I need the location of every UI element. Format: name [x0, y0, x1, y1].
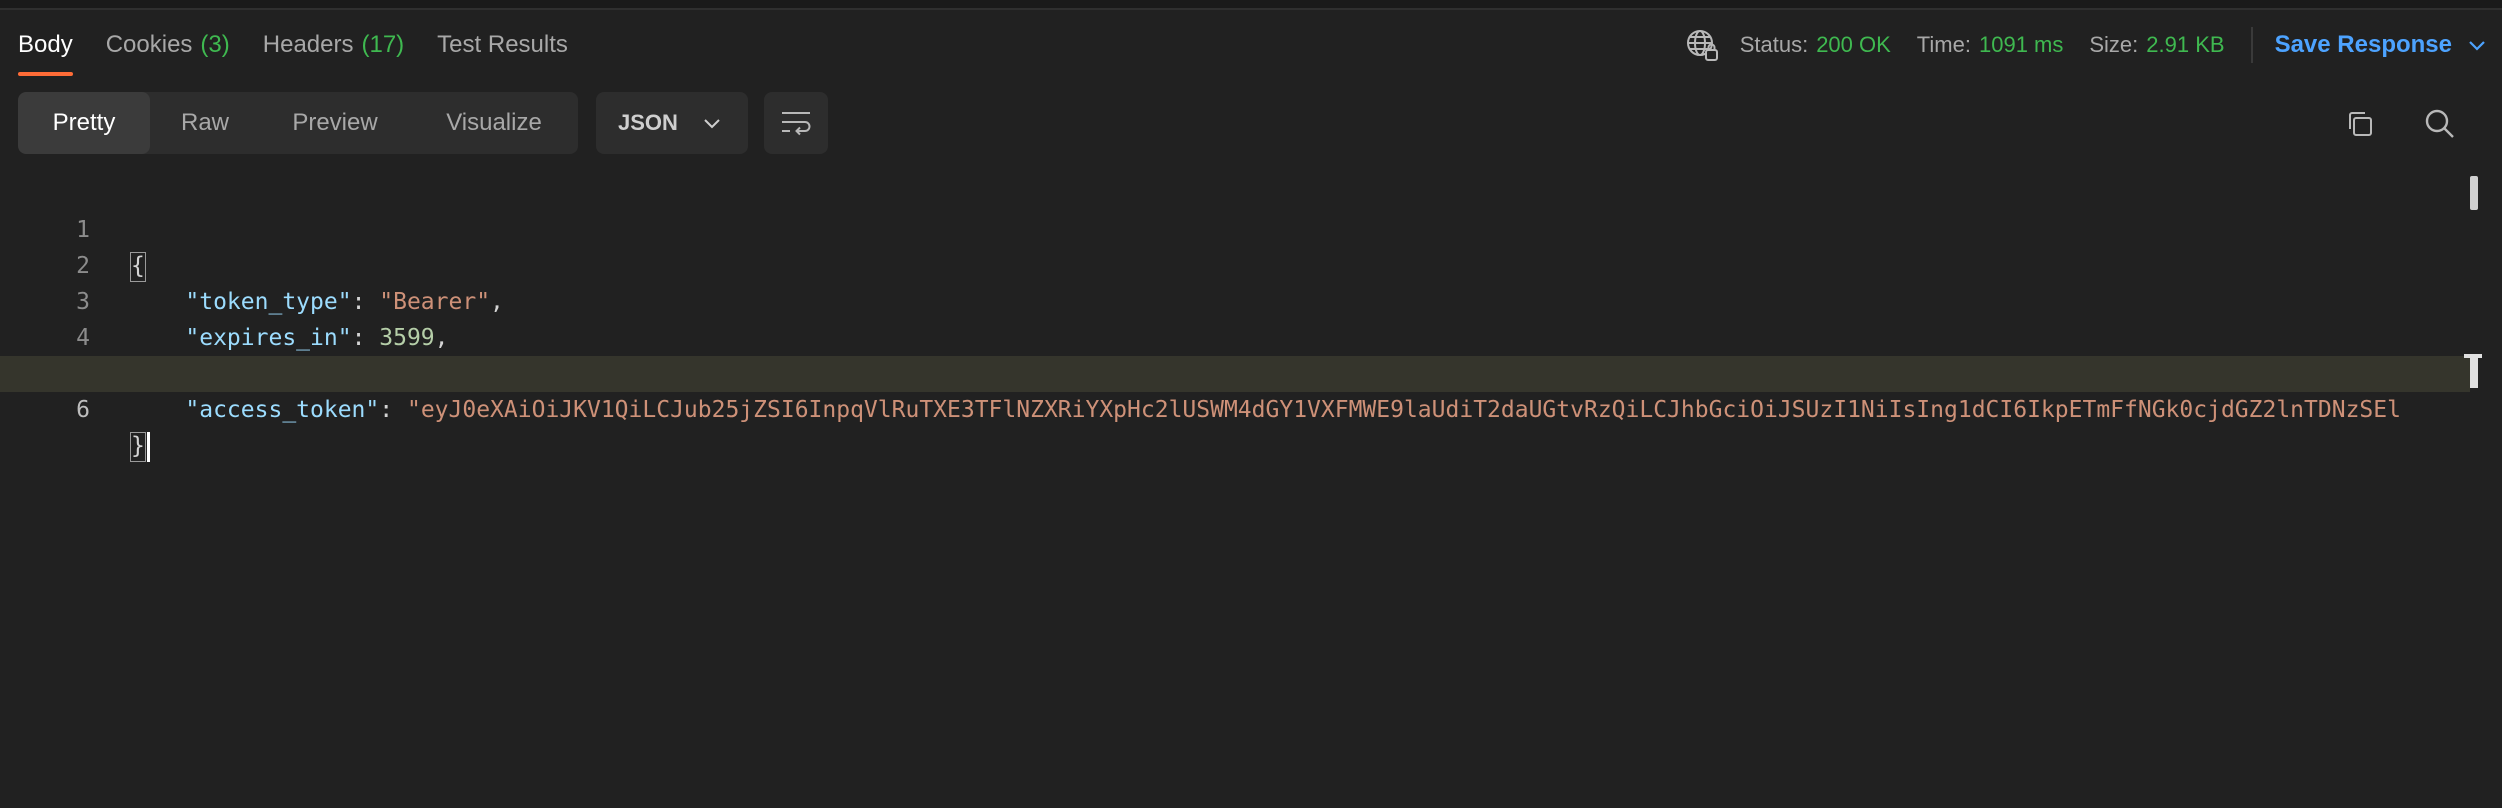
size-value: 2.91 KB	[2146, 32, 2225, 57]
view-raw-button[interactable]: Raw	[150, 92, 260, 154]
view-visualize-button[interactable]: Visualize	[410, 92, 578, 154]
code-line: 3 "expires_in": 3599,	[0, 248, 2470, 351]
scrollbar-thumb[interactable]	[2470, 176, 2478, 210]
close-brace: }	[130, 431, 146, 462]
response-tabs: Body Cookies (3) Headers (17) Test Resul…	[18, 12, 601, 78]
text-cursor	[146, 431, 150, 462]
size-label: Size:	[2089, 32, 2139, 57]
tab-test-results-label: Test Results	[437, 31, 568, 58]
status-divider	[2250, 27, 2253, 63]
copy-icon	[2349, 112, 2372, 136]
code-line: 1 {	[0, 176, 2470, 282]
time-value: 1091 ms	[1978, 32, 2064, 57]
json-key: "access_token"	[185, 397, 380, 423]
view-mode-selector: Pretty Raw Preview Visualize	[18, 92, 578, 154]
wrap-lines-button[interactable]	[764, 92, 828, 154]
status-value: 200 OK	[1816, 32, 1891, 57]
editor-scrollbar[interactable]	[2464, 176, 2482, 396]
view-pretty-button[interactable]: Pretty	[18, 92, 150, 154]
code-line: 2 "token_type": "Bearer",	[0, 212, 2470, 315]
line-number: 6	[76, 397, 90, 423]
tab-test-results[interactable]: Test Results	[437, 12, 568, 78]
search-icon	[2425, 109, 2454, 138]
size-meta[interactable]: Size: 2.91 KB	[2089, 32, 2224, 58]
response-body-editor[interactable]: 1 { 2 "token_type": "Bearer", 3 "expires…	[0, 176, 2470, 462]
json-separator: :	[379, 397, 407, 423]
chevron-down-icon	[2469, 41, 2485, 51]
globe-icon[interactable]	[1684, 27, 1720, 63]
code-line: 4 "ext_expires_in": 3599,	[0, 284, 2470, 387]
code-content: }	[130, 428, 2470, 464]
status-meta[interactable]: Status: 200 OK	[1740, 32, 1891, 58]
wrap-lines-icon	[782, 112, 811, 136]
copy-button[interactable]	[2340, 104, 2380, 144]
code-line: 5 "access_token": "eyJ0eXAiOiJKV1QiLCJub…	[0, 320, 2470, 423]
scrollbar-cursor-marker	[2464, 354, 2482, 388]
time-meta[interactable]: Time: 1091 ms	[1917, 32, 2064, 58]
search-button[interactable]	[2420, 104, 2460, 144]
tab-headers[interactable]: Headers (17)	[263, 12, 404, 78]
save-response-button[interactable]: Save Response	[2275, 31, 2488, 59]
code-content: "access_token": "eyJ0eXAiOiJKV1QiLCJub25…	[130, 392, 2470, 428]
response-panel: Body Cookies (3) Headers (17) Test Resul…	[0, 0, 2502, 808]
status-label: Status:	[1739, 32, 1809, 57]
view-preview-button[interactable]: Preview	[260, 92, 410, 154]
tab-cookies[interactable]: Cookies (3)	[106, 12, 230, 78]
save-response-label: Save Response	[2274, 31, 2452, 58]
tab-body-label: Body	[18, 31, 73, 58]
tab-headers-label: Headers	[262, 31, 354, 58]
time-label: Time:	[1916, 32, 1971, 57]
language-select[interactable]: JSON	[596, 92, 748, 154]
language-select-value: JSON	[618, 110, 678, 135]
json-value: "eyJ0eXAiOiJKV1QiLCJub25jZSI6InpqVlRuTXE…	[406, 397, 2401, 423]
response-meta: Status: 200 OK Time: 1091 ms Size: 2.91 …	[1684, 12, 2488, 78]
tab-body[interactable]: Body	[18, 12, 73, 78]
code-line-current: 6 }	[0, 356, 2470, 462]
chevron-down-icon	[704, 119, 720, 129]
top-divider	[0, 0, 2502, 10]
tab-cookies-count: (3)	[200, 31, 230, 58]
tab-cookies-label: Cookies	[105, 31, 193, 58]
tab-headers-count: (17)	[361, 31, 405, 58]
